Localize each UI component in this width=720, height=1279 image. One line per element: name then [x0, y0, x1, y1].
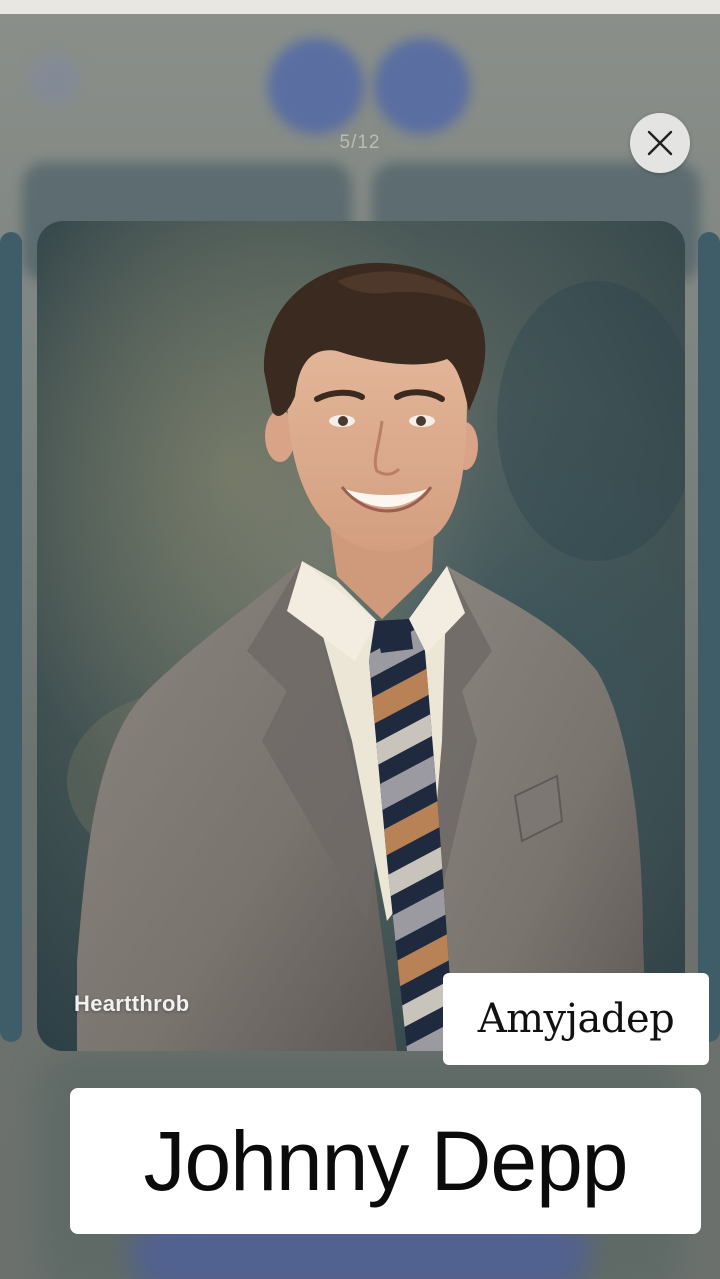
previous-card-peek[interactable] — [0, 232, 22, 1042]
blurred-avatar-right — [374, 38, 470, 134]
blurred-avatar-left — [268, 38, 364, 134]
creator-credit: Amyjadep — [477, 996, 675, 1042]
next-card-peek[interactable] — [698, 232, 720, 1042]
status-strip — [0, 0, 720, 14]
category-tag: Heartthrob — [74, 991, 190, 1016]
image-counter: 5/12 — [339, 132, 381, 153]
close-icon — [647, 130, 673, 156]
blurred-icon-left — [30, 54, 80, 104]
portrait-photo-card[interactable] — [37, 221, 685, 1051]
creator-credit-box: Amyjadep — [443, 973, 709, 1065]
caption-title: Johnny Depp — [143, 1113, 628, 1208]
close-button[interactable] — [630, 113, 690, 173]
portrait-photo — [37, 221, 685, 1051]
caption-box: Johnny Depp — [70, 1088, 701, 1234]
